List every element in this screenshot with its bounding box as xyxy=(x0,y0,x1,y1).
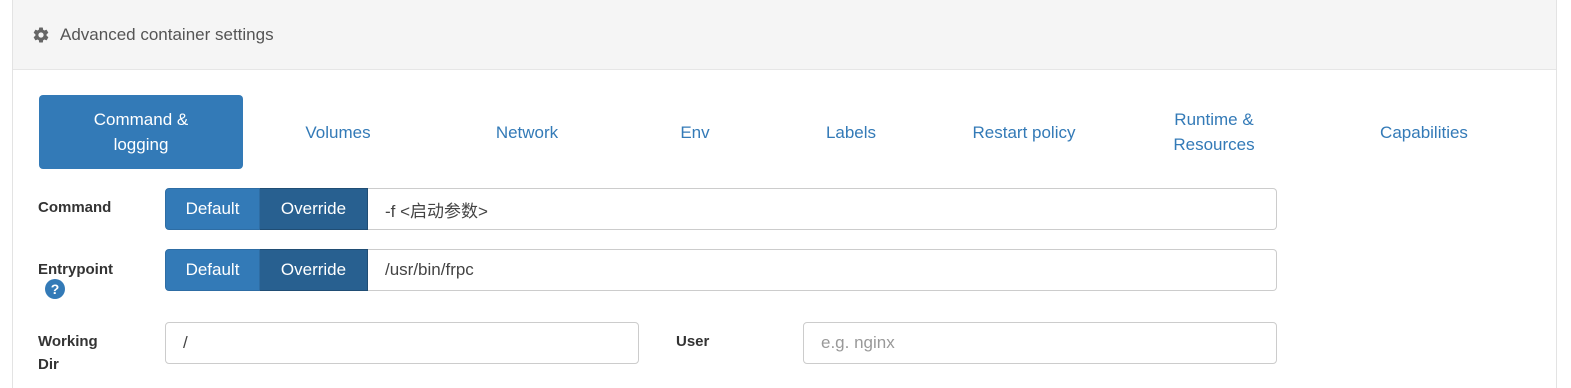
tab-volumes[interactable]: Volumes xyxy=(259,95,417,169)
svg-text:?: ? xyxy=(51,281,60,297)
tab-label: Network xyxy=(495,122,559,142)
working-dir-label-line: Working xyxy=(38,333,98,350)
tab-label: Resources xyxy=(1173,135,1255,154)
tab-env[interactable]: Env xyxy=(637,95,753,169)
tab-network[interactable]: Network xyxy=(448,95,606,169)
command-default-button[interactable]: Default xyxy=(165,188,260,230)
tab-restart-policy[interactable]: Restart policy xyxy=(943,95,1105,169)
tab-runtime-resources[interactable]: Runtime & Resources xyxy=(1139,95,1289,169)
working-dir-input[interactable]: / xyxy=(165,322,639,364)
tab-label: Command & xyxy=(93,110,189,129)
tab-label: Capabilities xyxy=(1380,122,1468,142)
user-input[interactable]: e.g. nginx xyxy=(803,322,1277,364)
command-override-button[interactable]: Override xyxy=(260,188,368,230)
entrypoint-value: /usr/bin/frpc xyxy=(385,260,474,279)
command-label: Command xyxy=(38,199,112,216)
panel-title: Advanced container settings xyxy=(60,24,274,44)
panel-header: Advanced container settings xyxy=(13,0,1556,70)
entrypoint-mode-toggle: Default Override xyxy=(165,249,368,291)
tab-label: Labels xyxy=(825,122,877,142)
entrypoint-input[interactable]: /usr/bin/frpc xyxy=(368,249,1277,291)
user-placeholder: e.g. nginx xyxy=(821,333,895,352)
working-dir-label: Working Dir xyxy=(38,330,98,376)
tab-capabilities[interactable]: Capabilities xyxy=(1353,95,1495,169)
gear-icon xyxy=(33,27,49,43)
tab-label: logging xyxy=(113,135,169,154)
tab-label: Volumes xyxy=(305,122,371,142)
tab-label: Runtime & xyxy=(1174,110,1254,129)
working-dir-value: / xyxy=(183,333,188,352)
entrypoint-label: Entrypoint xyxy=(38,261,113,278)
entrypoint-default-button[interactable]: Default xyxy=(165,249,260,291)
tab-command-logging[interactable]: Command & logging xyxy=(39,95,243,169)
user-label: User xyxy=(676,333,710,350)
command-value: -f <启动参数> xyxy=(385,201,488,221)
command-input[interactable]: -f <启动参数> xyxy=(368,188,1277,230)
tab-label: Env xyxy=(680,122,710,142)
advanced-settings-panel: Advanced container settings Command & lo… xyxy=(12,0,1557,388)
question-circle-icon[interactable]: ? xyxy=(45,279,65,299)
entrypoint-override-button[interactable]: Override xyxy=(260,249,368,291)
tab-label: Restart policy xyxy=(972,122,1076,142)
tab-labels[interactable]: Labels xyxy=(793,95,909,169)
command-mode-toggle: Default Override xyxy=(165,188,368,230)
working-dir-label-line: Dir xyxy=(38,356,59,373)
